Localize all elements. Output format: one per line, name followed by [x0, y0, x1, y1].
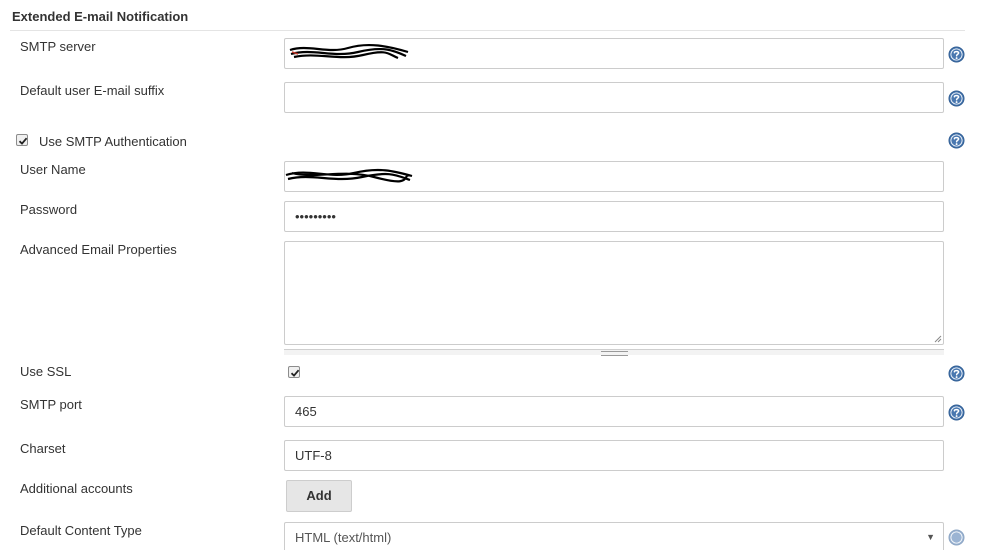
help-icon[interactable]: [948, 46, 965, 63]
check-icon: [290, 369, 300, 377]
resize-grip-icon[interactable]: [932, 333, 942, 343]
help-icon[interactable]: [948, 404, 965, 421]
default-content-type-label: Default Content Type: [20, 523, 142, 538]
help-icon[interactable]: [948, 529, 965, 546]
default-content-type-value: HTML (text/html): [295, 530, 392, 545]
additional-accounts-label: Additional accounts: [20, 481, 133, 496]
section-title: Extended E-mail Notification: [12, 9, 189, 24]
section-divider: [10, 30, 965, 31]
help-icon[interactable]: [948, 132, 965, 149]
smtp-port-input[interactable]: [284, 396, 944, 427]
help-icon[interactable]: [948, 90, 965, 107]
use-smtp-auth-label: Use SMTP Authentication: [39, 134, 187, 149]
check-icon: [18, 137, 28, 145]
extended-email-config-page: Extended E-mail Notification SMTP server…: [0, 0, 983, 550]
smtp-server-label: SMTP server: [20, 39, 96, 54]
grip-lines-icon: [601, 351, 628, 356]
help-icon[interactable]: [948, 365, 965, 382]
advanced-props-textarea[interactable]: [284, 241, 944, 345]
email-suffix-input[interactable]: [284, 82, 944, 113]
charset-input[interactable]: [284, 440, 944, 471]
password-label: Password: [20, 202, 78, 217]
textarea-resize-handle[interactable]: [284, 349, 944, 356]
default-content-type-select[interactable]: HTML (text/html) ▼: [284, 522, 944, 550]
user-name-input[interactable]: [284, 161, 944, 192]
use-smtp-auth-checkbox[interactable]: [16, 134, 28, 146]
smtp-server-input[interactable]: [284, 38, 944, 69]
smtp-port-label: SMTP port: [20, 397, 82, 412]
advanced-props-label: Advanced Email Properties: [20, 242, 177, 257]
email-suffix-label: Default user E-mail suffix: [20, 83, 165, 98]
chevron-down-icon: ▼: [926, 532, 935, 542]
add-account-button[interactable]: Add: [286, 480, 352, 512]
user-name-label: User Name: [20, 162, 86, 177]
password-input[interactable]: [284, 201, 944, 232]
use-ssl-checkbox[interactable]: [288, 366, 300, 378]
use-ssl-label: Use SSL: [20, 364, 72, 379]
charset-label: Charset: [20, 441, 66, 456]
